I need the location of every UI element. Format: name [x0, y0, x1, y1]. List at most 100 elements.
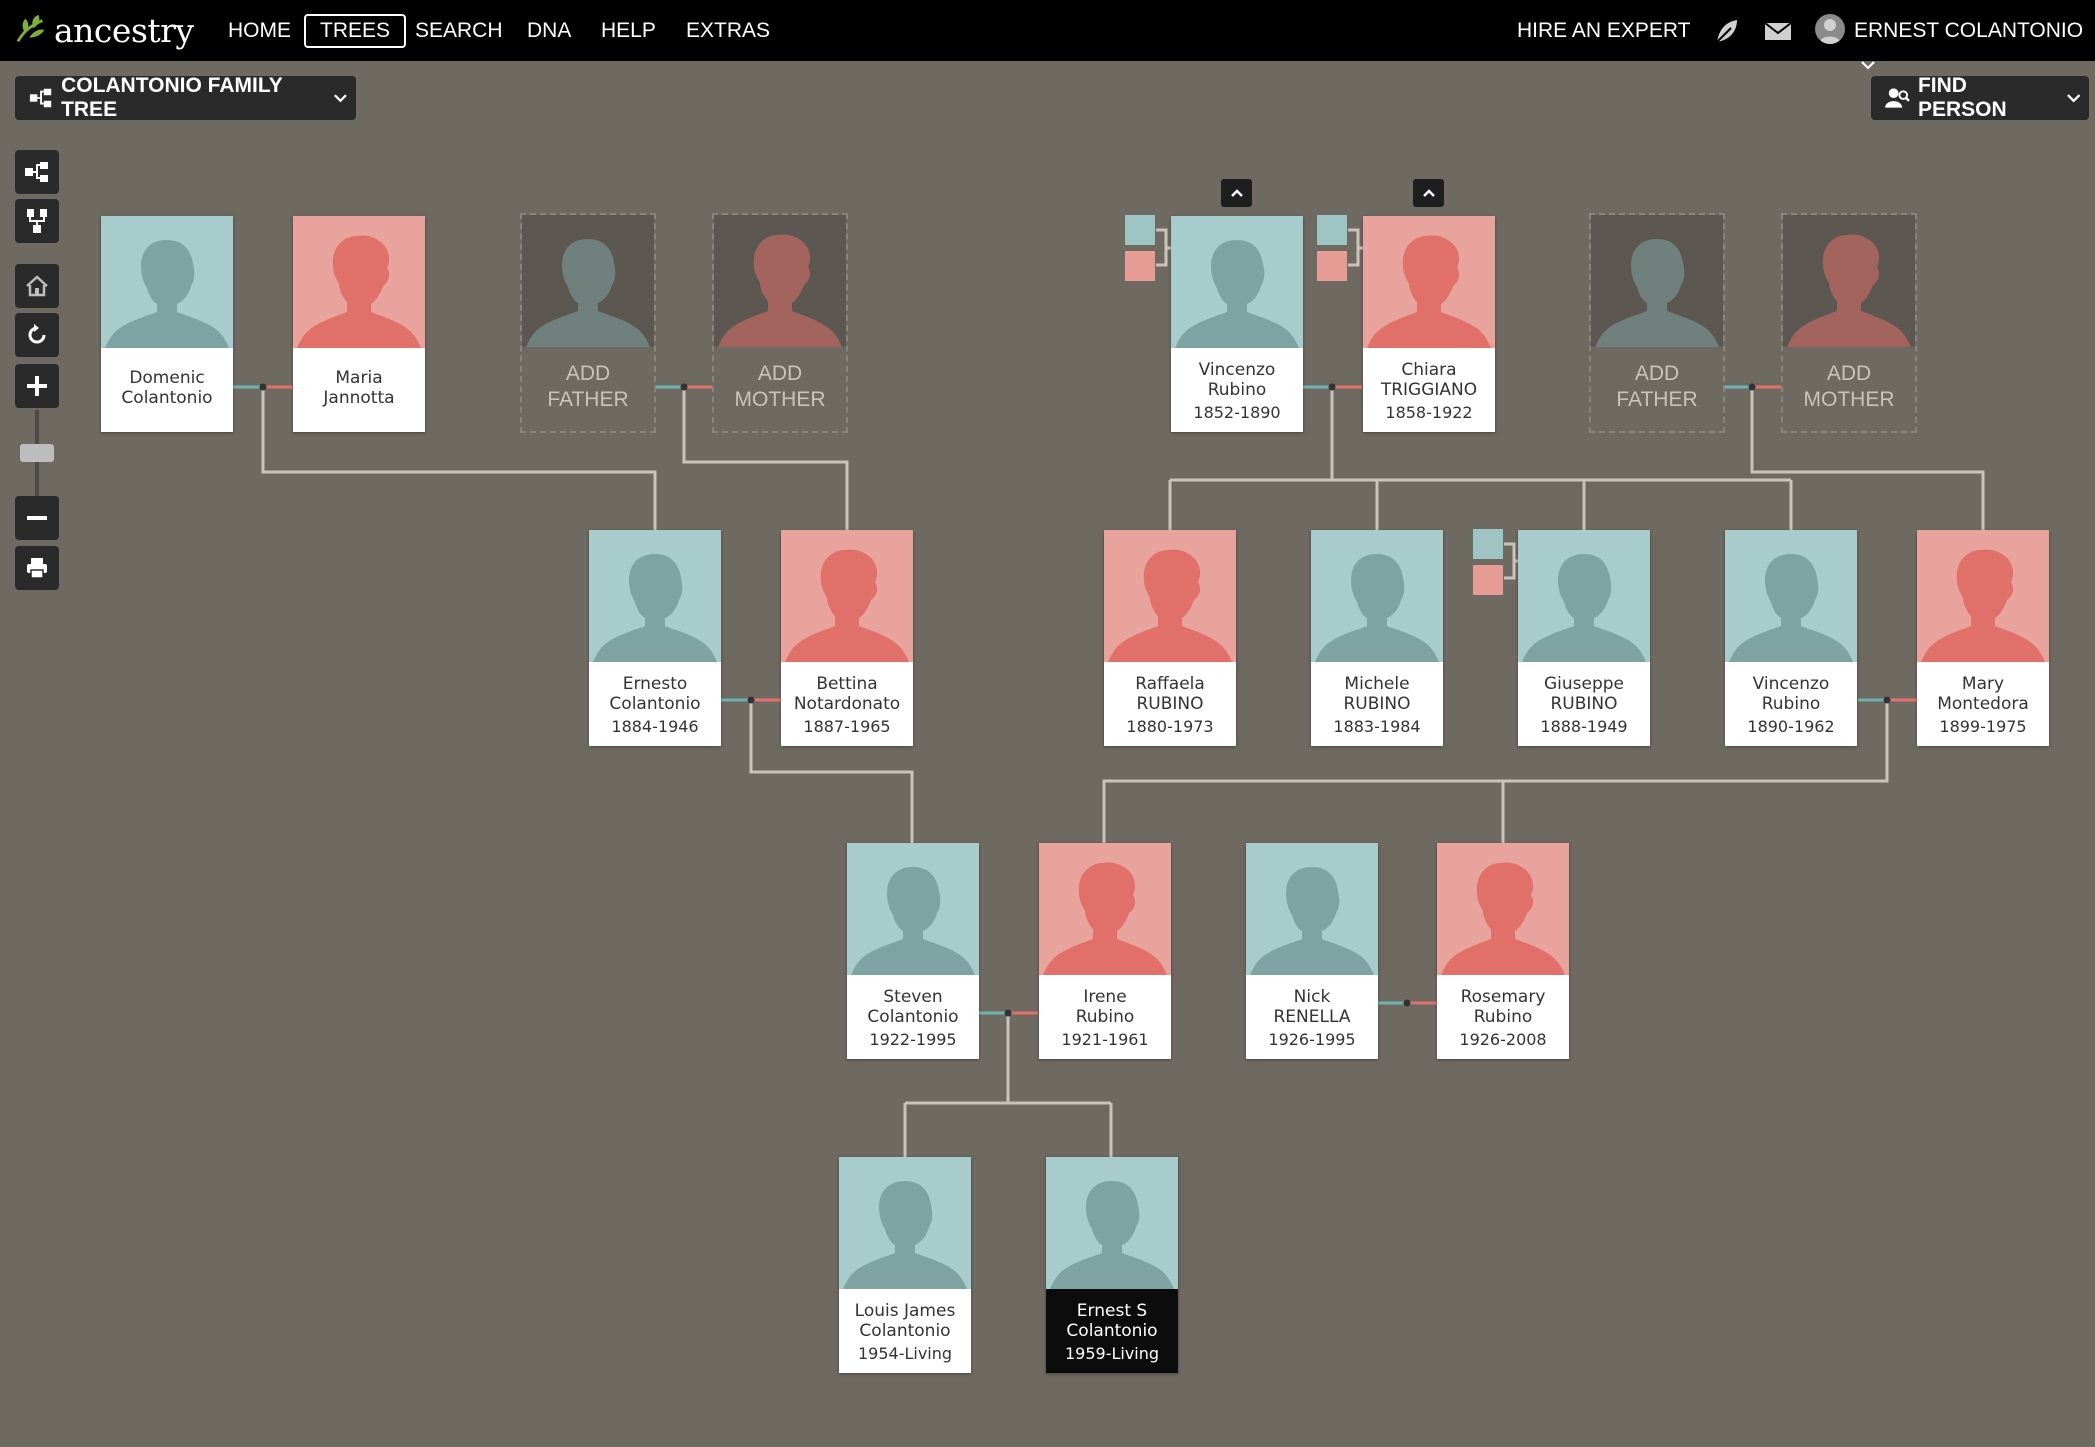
female-silhouette-icon	[293, 216, 425, 348]
zoom-out-button[interactable]	[15, 496, 59, 540]
person-card-steven-colantonio[interactable]: Steven Colantonio 1922-1995	[847, 843, 979, 1059]
tree-selector-button[interactable]: COLANTONIO FAMILY TREE	[15, 74, 356, 121]
person-last-name: Rubino	[1075, 1007, 1135, 1027]
logo-text: ancestry	[54, 10, 194, 50]
leaf-logo-icon	[16, 14, 45, 43]
add-father-card[interactable]: ADD FATHER	[1589, 213, 1725, 433]
pedigree-view-button[interactable]	[15, 150, 59, 194]
mini-father-icon	[1473, 529, 1503, 559]
reset-view-button[interactable]	[15, 313, 59, 357]
person-card-rosemary-rubino[interactable]: Rosemary Rubino 1926-2008	[1437, 843, 1569, 1059]
person-first-name: Chiara	[1401, 360, 1457, 380]
nav-trees[interactable]: TREES	[304, 14, 407, 48]
person-last-name: Colantonio	[867, 1007, 959, 1027]
nav-home[interactable]: HOME	[228, 14, 291, 48]
find-person-label: FIND PERSON	[1917, 74, 2007, 121]
person-last-name: Colantonio	[609, 694, 701, 714]
person-card-maria-jannotta[interactable]: Maria Jannotta	[293, 216, 425, 432]
person-card-louis-james-colantonio[interactable]: Louis James Colantonio 1954-Living	[839, 1157, 971, 1373]
person-card-michele-rubino[interactable]: Michele RUBINO 1883-1984	[1311, 530, 1443, 746]
add-father-label-1: ADD	[1634, 362, 1680, 385]
person-dates: 1954-Living	[857, 1344, 953, 1363]
person-card-ernest-s-colantonio-focus[interactable]: Ernest S Colantonio 1959-Living	[1046, 1157, 1178, 1373]
person-card-vincenzo-rubino-1852[interactable]: Vincenzo Rubino 1852-1890	[1171, 216, 1303, 432]
nav-search[interactable]: SEARCH	[415, 14, 503, 48]
person-first-name: Ernesto	[622, 674, 688, 694]
female-silhouette-icon	[1363, 216, 1495, 348]
nav-dna[interactable]: DNA	[527, 14, 571, 48]
person-card-domenic-colantonio[interactable]: Domenic Colantonio	[101, 216, 233, 432]
add-mother-label-2: MOTHER	[1803, 388, 1895, 411]
person-last-name: Jannotta	[323, 388, 395, 408]
female-silhouette-icon	[781, 530, 913, 662]
mini-parents-indicator[interactable]	[1317, 215, 1357, 285]
home-icon	[26, 275, 48, 297]
add-mother-card[interactable]: ADD MOTHER	[712, 213, 848, 433]
hire-expert-link[interactable]: HIRE AN EXPERT	[1517, 14, 1691, 48]
person-card-vincenzo-rubino-1890[interactable]: Vincenzo Rubino 1890-1962	[1725, 530, 1857, 746]
person-card-nick-renella[interactable]: Nick RENELLA 1926-1995	[1246, 843, 1378, 1059]
expand-ancestors-button[interactable]	[1221, 179, 1252, 207]
zoom-in-button[interactable]	[15, 364, 59, 408]
female-silhouette-icon	[1437, 843, 1569, 975]
zoom-slider-handle[interactable]	[20, 444, 54, 462]
add-mother-label-1: ADD	[1826, 362, 1872, 385]
person-dates: 1858-1922	[1385, 403, 1473, 422]
chevron-down-icon	[1861, 61, 1875, 71]
person-dates: 1959-Living	[1064, 1344, 1160, 1363]
person-first-name: Bettina	[816, 674, 878, 694]
male-silhouette-icon	[1046, 1157, 1178, 1289]
person-first-name: Rosemary	[1460, 987, 1546, 1007]
mini-mother-icon	[1125, 251, 1155, 281]
person-last-name: RUBINO	[1136, 694, 1204, 714]
pedigree-view-icon	[29, 88, 52, 108]
home-person-button[interactable]	[15, 264, 59, 308]
pedigree-view-icon	[25, 162, 48, 182]
family-view-button[interactable]	[15, 199, 59, 243]
person-card-irene-rubino[interactable]: Irene Rubino 1921-1961	[1039, 843, 1171, 1059]
person-last-name: Rubino	[1761, 694, 1821, 714]
mini-mother-icon	[1473, 565, 1503, 595]
person-dates: 1888-1949	[1540, 717, 1628, 736]
person-dates: 1852-1890	[1193, 403, 1281, 422]
hints-leaf-icon[interactable]	[1711, 16, 1741, 46]
person-dates: 1890-1962	[1747, 717, 1835, 736]
top-navigation: ancestry HOME TREES SEARCH DNA HELP EXTR…	[0, 0, 2095, 71]
female-silhouette-icon	[1039, 843, 1171, 975]
person-card-raffaela-rubino[interactable]: Raffaela RUBINO 1880-1973	[1104, 530, 1236, 746]
person-card-chiara-triggiano[interactable]: Chiara TRIGGIANO 1858-1922	[1363, 216, 1495, 432]
nav-extras[interactable]: EXTRAS	[686, 14, 770, 48]
plus-icon	[27, 376, 47, 396]
person-dates: 1926-1995	[1268, 1030, 1356, 1049]
person-last-name: TRIGGIANO	[1380, 380, 1478, 400]
messages-envelope-icon[interactable]	[1763, 16, 1793, 46]
print-button[interactable]	[15, 546, 59, 590]
person-card-mary-montedora[interactable]: Mary Montedora 1899-1975	[1917, 530, 2049, 746]
user-silhouette-icon	[1819, 19, 1841, 44]
person-card-giuseppe-rubino[interactable]: Giuseppe RUBINO 1888-1949	[1518, 530, 1650, 746]
add-mother-card[interactable]: ADD MOTHER	[1781, 213, 1917, 433]
user-avatar[interactable]	[1815, 14, 1845, 44]
person-last-name: RUBINO	[1343, 694, 1411, 714]
nav-help[interactable]: HELP	[601, 14, 656, 48]
mini-parents-indicator[interactable]	[1125, 215, 1165, 285]
person-last-name: RENELLA	[1273, 1007, 1351, 1027]
person-first-name: Irene	[1083, 987, 1127, 1007]
male-silhouette-icon	[101, 216, 233, 348]
expand-ancestors-button[interactable]	[1413, 179, 1444, 207]
find-person-button[interactable]: FIND PERSON	[1871, 74, 2089, 121]
user-menu[interactable]: ERNEST COLANTONIO	[1854, 14, 2095, 71]
person-first-name: Maria	[335, 368, 383, 388]
add-father-card[interactable]: ADD FATHER	[520, 213, 656, 433]
person-card-ernesto-colantonio[interactable]: Ernesto Colantonio 1884-1946	[589, 530, 721, 746]
person-dates: 1883-1984	[1333, 717, 1421, 736]
person-first-name: Steven	[883, 987, 943, 1007]
ancestry-logo[interactable]: ancestry	[14, 10, 194, 50]
chevron-up-icon	[1230, 189, 1243, 197]
mini-parents-indicator[interactable]	[1473, 529, 1513, 599]
chevron-up-icon	[1422, 189, 1435, 197]
person-first-name: Vincenzo	[1198, 360, 1276, 380]
person-card-bettina-notardonato[interactable]: Bettina Notardonato 1887-1965	[781, 530, 913, 746]
person-first-name: Domenic	[129, 368, 205, 388]
person-dates: 1880-1973	[1126, 717, 1214, 736]
